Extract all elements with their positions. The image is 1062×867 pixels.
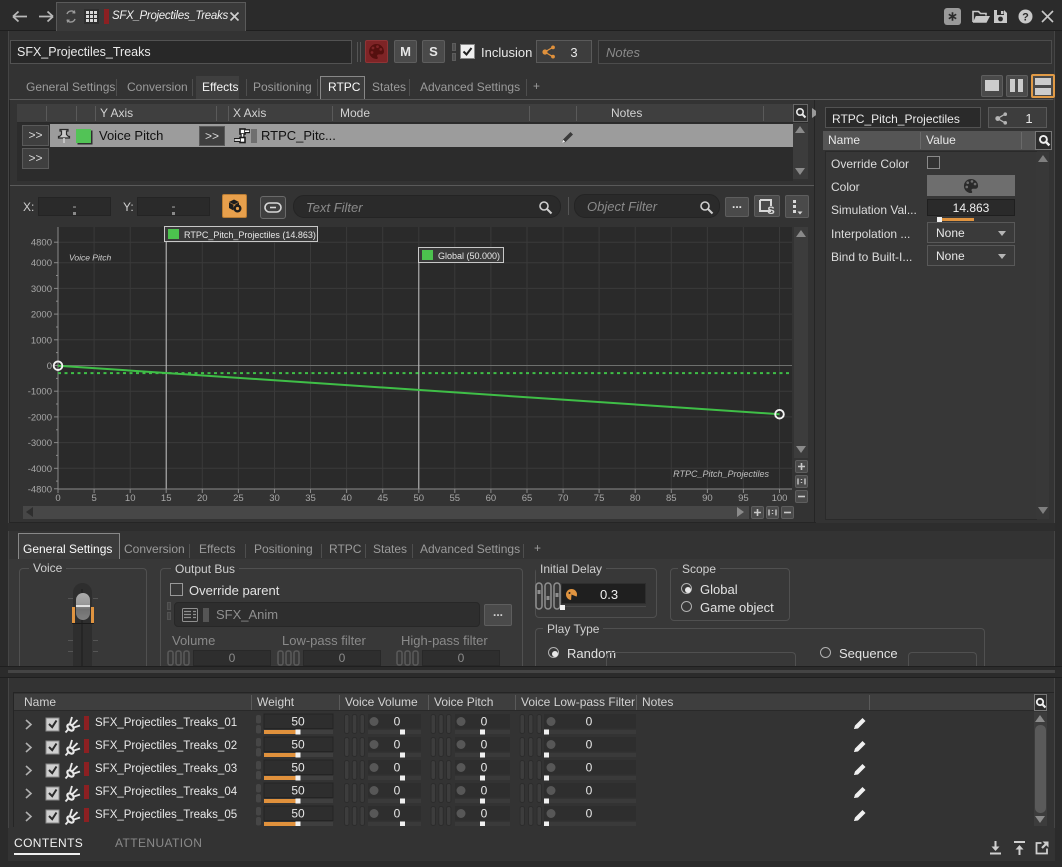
svg-text:1000: 1000 <box>31 335 52 346</box>
svg-text:30: 30 <box>269 493 280 504</box>
svg-text:35: 35 <box>305 493 316 504</box>
svg-text:3000: 3000 <box>31 284 52 295</box>
svg-text:4800: 4800 <box>31 238 52 249</box>
svg-text:50: 50 <box>414 493 425 504</box>
svg-text:80: 80 <box>630 493 641 504</box>
svg-text:70: 70 <box>558 493 569 504</box>
svg-text:15: 15 <box>161 493 172 504</box>
svg-text:60: 60 <box>486 493 497 504</box>
svg-text:4000: 4000 <box>31 258 52 269</box>
svg-text:0: 0 <box>55 493 60 504</box>
svg-text:S: S <box>767 205 774 215</box>
svg-text:90: 90 <box>702 493 713 504</box>
svg-text:RTPC_Pitch_Projectiles: RTPC_Pitch_Projectiles <box>673 469 769 479</box>
svg-text:55: 55 <box>450 493 461 504</box>
svg-text:2000: 2000 <box>31 310 52 321</box>
svg-text:-2000: -2000 <box>28 412 52 423</box>
svg-text:25: 25 <box>233 493 244 504</box>
svg-text:65: 65 <box>522 493 533 504</box>
svg-text:-3000: -3000 <box>28 438 52 449</box>
svg-text:5: 5 <box>91 493 96 504</box>
svg-text:-4000: -4000 <box>28 464 52 475</box>
svg-text:?: ? <box>1022 12 1029 24</box>
svg-text:75: 75 <box>594 493 605 504</box>
svg-text:-4800: -4800 <box>28 484 52 495</box>
svg-text:10: 10 <box>125 493 136 504</box>
svg-text:Voice Pitch: Voice Pitch <box>69 253 111 263</box>
svg-text:-1000: -1000 <box>28 387 52 398</box>
svg-text:20: 20 <box>197 493 208 504</box>
svg-text:0: 0 <box>47 361 52 372</box>
svg-text:85: 85 <box>666 493 677 504</box>
svg-text:40: 40 <box>341 493 352 504</box>
svg-text:100: 100 <box>772 493 788 504</box>
svg-text:45: 45 <box>377 493 388 504</box>
svg-text:95: 95 <box>738 493 749 504</box>
